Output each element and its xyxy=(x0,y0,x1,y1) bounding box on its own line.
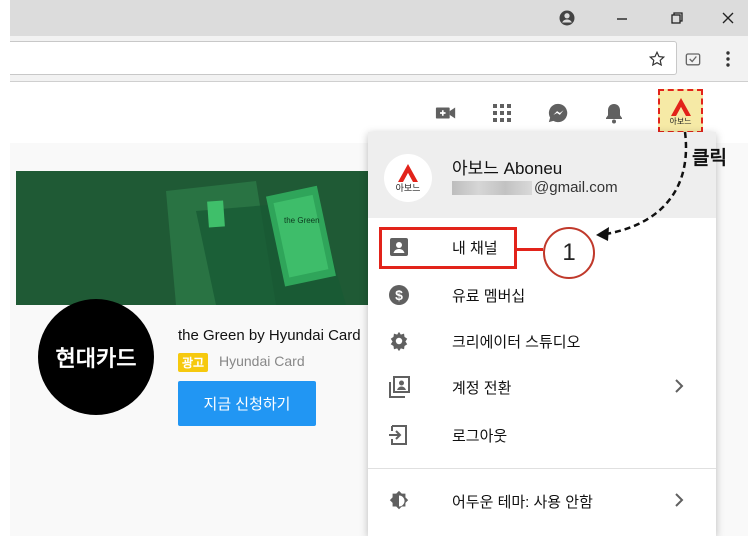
aboneu-logo-icon xyxy=(398,164,418,182)
notifications-icon[interactable] xyxy=(598,97,630,129)
dollar-icon: $ xyxy=(386,282,412,308)
my-channel-highlight xyxy=(379,227,517,269)
menu-item-label: 어두운 테마: 사용 안함 xyxy=(452,493,593,511)
avatar-label: 아보느 xyxy=(669,116,692,126)
chevron-right-icon xyxy=(674,491,684,512)
window-titlebar xyxy=(10,0,748,36)
ad-advertiser: Hyundai Card xyxy=(219,353,305,369)
banner-text: the Green xyxy=(284,216,320,225)
menu-item-label: 계정 전환 xyxy=(452,379,512,397)
annotation-connector xyxy=(517,248,543,251)
menu-item-label: 로그아웃 xyxy=(452,427,508,445)
logout-icon xyxy=(386,422,412,448)
ad-card[interactable]: the Green 현대카드 the Green by Hyundai Card… xyxy=(16,171,376,536)
chevron-right-icon xyxy=(674,377,684,398)
account-name: 아보느 Aboneu xyxy=(452,159,563,178)
menu-item-logout[interactable]: 로그아웃 xyxy=(368,412,716,458)
menu-avatar: 아보느 xyxy=(384,154,432,202)
menu-item-switch-account[interactable]: 계정 전환 xyxy=(368,364,716,410)
menu-item-creator-studio[interactable]: 크리에이터 스튜디오 xyxy=(368,318,716,364)
browser-toolbar xyxy=(10,36,748,82)
menu-item-dark-theme[interactable]: 어두운 테마: 사용 안함 xyxy=(368,478,716,524)
dashed-arrow-icon xyxy=(596,131,688,241)
ad-badge: 광고 xyxy=(178,353,209,372)
menu-item-label: 유료 멤버십 xyxy=(452,287,526,305)
messages-icon[interactable] xyxy=(542,97,574,129)
click-label: 클릭 xyxy=(692,148,727,169)
ad-title[interactable]: the Green by Hyundai Card xyxy=(178,327,361,344)
restore-icon[interactable] xyxy=(665,6,689,30)
dark-theme-icon xyxy=(386,488,412,514)
step-number-badge: 1 xyxy=(543,227,595,279)
address-bar[interactable] xyxy=(10,41,677,75)
card-illustration: the Green xyxy=(16,171,376,305)
close-icon[interactable] xyxy=(716,6,740,30)
create-video-icon[interactable] xyxy=(430,97,462,129)
apply-now-button[interactable]: 지금 신청하기 xyxy=(178,381,316,426)
menu-divider xyxy=(368,468,716,469)
account-circle-icon[interactable] xyxy=(555,6,579,30)
aboneu-logo-icon xyxy=(670,97,691,116)
menu-avatar-label: 아보느 xyxy=(395,183,421,193)
apps-icon[interactable] xyxy=(486,97,518,129)
advertiser-logo[interactable]: 현대카드 xyxy=(38,299,154,415)
menu-item-paid-memberships[interactable]: $ 유료 멤버십 xyxy=(368,272,716,318)
minimize-icon[interactable] xyxy=(610,6,634,30)
star-icon[interactable] xyxy=(647,49,667,69)
redacted-email xyxy=(452,180,532,195)
switch-account-icon xyxy=(386,374,412,400)
extension-icon[interactable] xyxy=(682,48,704,70)
menu-item-label: 크리에이터 스튜디오 xyxy=(452,333,581,351)
more-vert-icon[interactable] xyxy=(720,48,736,70)
svg-text:$: $ xyxy=(395,287,403,303)
account-avatar-button[interactable]: 아보느 xyxy=(658,89,703,133)
gear-icon xyxy=(386,328,412,354)
advertiser-logo-text: 현대카드 xyxy=(55,346,137,371)
ad-banner[interactable]: the Green xyxy=(16,171,376,305)
